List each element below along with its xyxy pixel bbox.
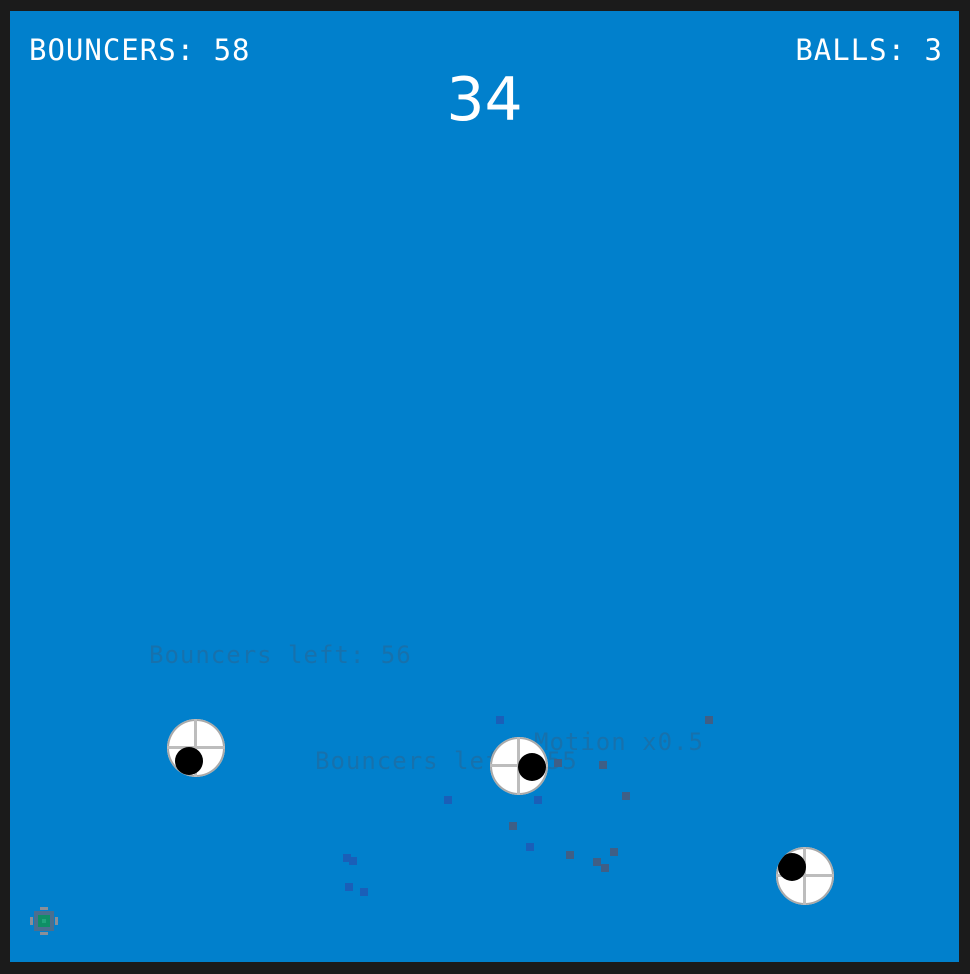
particle	[534, 796, 542, 804]
floating-text-motion: Motion x0.5	[534, 728, 704, 756]
soccer-ball-icon	[490, 737, 548, 795]
floating-text-bouncers-left: Bouncers left: 56	[149, 641, 412, 669]
balls-counter: BALLS: 3	[795, 33, 943, 67]
particle	[593, 858, 601, 866]
particle	[610, 848, 618, 856]
timer: 34	[446, 65, 523, 135]
particle	[444, 796, 452, 804]
particle	[345, 883, 353, 891]
crosshair-icon[interactable]	[29, 906, 59, 936]
soccer-ball-icon	[167, 719, 225, 777]
particle	[705, 716, 713, 724]
particle	[526, 843, 534, 851]
particle	[599, 761, 607, 769]
particle	[349, 857, 357, 865]
bouncers-counter: BOUNCERS: 58	[29, 33, 251, 67]
particle	[509, 822, 517, 830]
soccer-ball-icon	[776, 847, 834, 905]
particle	[601, 864, 609, 872]
particle	[496, 716, 504, 724]
particle	[622, 792, 630, 800]
particle	[566, 851, 574, 859]
particle	[554, 759, 562, 767]
game-field[interactable]: BOUNCERS: 58 BALLS: 3 34 Bouncers left: …	[10, 11, 959, 962]
particle	[360, 888, 368, 896]
